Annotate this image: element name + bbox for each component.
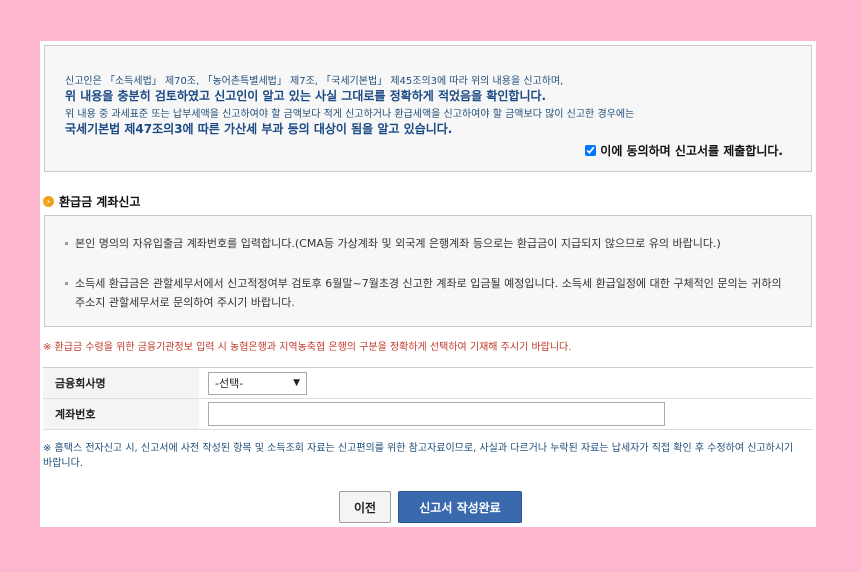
notice-line-4: 국세기본법 제47조의3에 따른 가산세 부과 등의 대상이 됨을 알고 있습니… [65, 122, 453, 136]
bank-warning: ※ 환급금 수령을 위한 금융기관정보 입력 시 농협은행과 지역농축협 은행의… [43, 342, 572, 353]
content-panel: 신고인은 「소득세법」 제70조, 「농어촌특별세법」 제7조, 「국세기본법」… [40, 41, 816, 527]
info-item: 소득세 환급금은 관할세무서에서 신고적정여부 검토후 6월말~7월초경 신고한… [65, 274, 795, 312]
section-title: › 환급금 계좌신고 [43, 193, 140, 210]
circle-arrow-icon: › [43, 196, 54, 207]
account-form: 금융회사명 -선택- ▼ 계좌번호 [43, 367, 813, 430]
refund-info-box: 본인 명의의 자유입출금 계좌번호를 입력합니다.(CMA등 가상계좌 및 외국… [44, 215, 812, 327]
notice-line-2: 위 내용을 충분히 검토하였고 신고인이 알고 있는 사실 그대로를 정확하게 … [65, 89, 547, 103]
prev-button[interactable]: 이전 [339, 491, 391, 523]
declaration-notice: 신고인은 「소득세법」 제70조, 「농어촌특별세법」 제7조, 「국세기본법」… [44, 45, 812, 172]
bank-label: 금융회사명 [43, 368, 199, 398]
account-row: 계좌번호 [43, 399, 813, 430]
agree-checkbox[interactable] [585, 145, 597, 156]
agree-checkbox-row[interactable]: 이에 동의하며 신고서를 제출합니다. [585, 142, 783, 159]
section-title-text: 환급금 계좌신고 [59, 195, 141, 209]
account-label: 계좌번호 [43, 399, 199, 429]
agree-label: 이에 동의하며 신고서를 제출합니다. [600, 144, 783, 158]
bank-row: 금융회사명 -선택- ▼ [43, 368, 813, 399]
complete-button[interactable]: 신고서 작성완료 [398, 491, 522, 523]
info-item: 본인 명의의 자유입출금 계좌번호를 입력합니다.(CMA등 가상계좌 및 외국… [65, 234, 795, 253]
bank-select-value: -선택- [215, 377, 244, 390]
chevron-down-icon: ▼ [293, 378, 300, 388]
notice-line-3: 위 내용 중 과세표준 또는 납부세액을 신고하여야 할 금액보다 적게 신고하… [65, 109, 635, 120]
notice-line-1: 신고인은 「소득세법」 제70조, 「농어촌특별세법」 제7조, 「국세기본법」… [65, 76, 564, 87]
hometax-note: ※ 홈택스 전자신고 시, 신고서에 사전 작성된 항목 및 소득조회 자료는 … [43, 443, 794, 469]
bank-select[interactable]: -선택- ▼ [208, 371, 307, 395]
account-number-input[interactable] [208, 402, 665, 426]
